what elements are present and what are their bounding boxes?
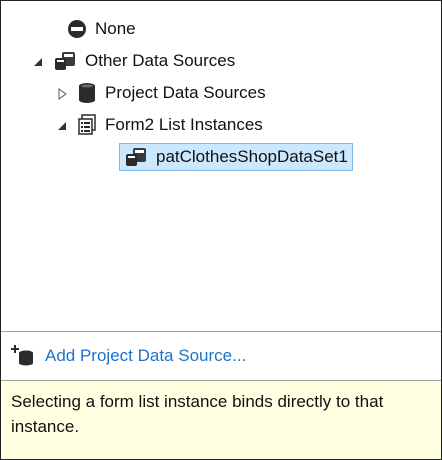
- tree-item-dataset[interactable]: patClothesShopDataSet1: [119, 143, 353, 171]
- add-data-source-icon: [11, 345, 35, 367]
- tree-item-none[interactable]: None: [67, 15, 136, 43]
- tree-item-label: None: [95, 19, 136, 38]
- help-panel: Selecting a form list instance binds dir…: [1, 381, 441, 459]
- expanded-arrow-icon[interactable]: [31, 54, 45, 68]
- expanded-arrow-icon[interactable]: [55, 118, 69, 132]
- tree-item-form2-list-instances[interactable]: Form2 List Instances: [55, 111, 263, 139]
- data-sources-icon: [53, 50, 77, 72]
- add-data-source-bar: Add Project Data Source...: [1, 332, 441, 381]
- form-list-icon: [77, 114, 97, 136]
- collapsed-arrow-icon[interactable]: [55, 86, 69, 101]
- database-icon: [77, 82, 97, 104]
- none-circle-icon: [67, 19, 87, 39]
- tree-item-label: Other Data Sources: [85, 51, 236, 70]
- tree-item-label: Form2 List Instances: [105, 115, 263, 134]
- tree-item-label: patClothesShopDataSet1: [156, 147, 348, 166]
- data-source-picker-panel: None Other Data Sources Project Data Sou…: [0, 0, 442, 460]
- tree-item-other-data-sources[interactable]: Other Data Sources: [31, 47, 235, 75]
- tree-item-label: Project Data Sources: [105, 83, 266, 102]
- dataset-icon: [124, 146, 148, 168]
- add-project-data-source-link[interactable]: Add Project Data Source...: [45, 346, 246, 366]
- data-source-tree: None Other Data Sources Project Data Sou…: [1, 1, 441, 331]
- help-text: Selecting a form list instance binds dir…: [11, 392, 384, 436]
- tree-item-project-data-sources[interactable]: Project Data Sources: [55, 79, 266, 107]
